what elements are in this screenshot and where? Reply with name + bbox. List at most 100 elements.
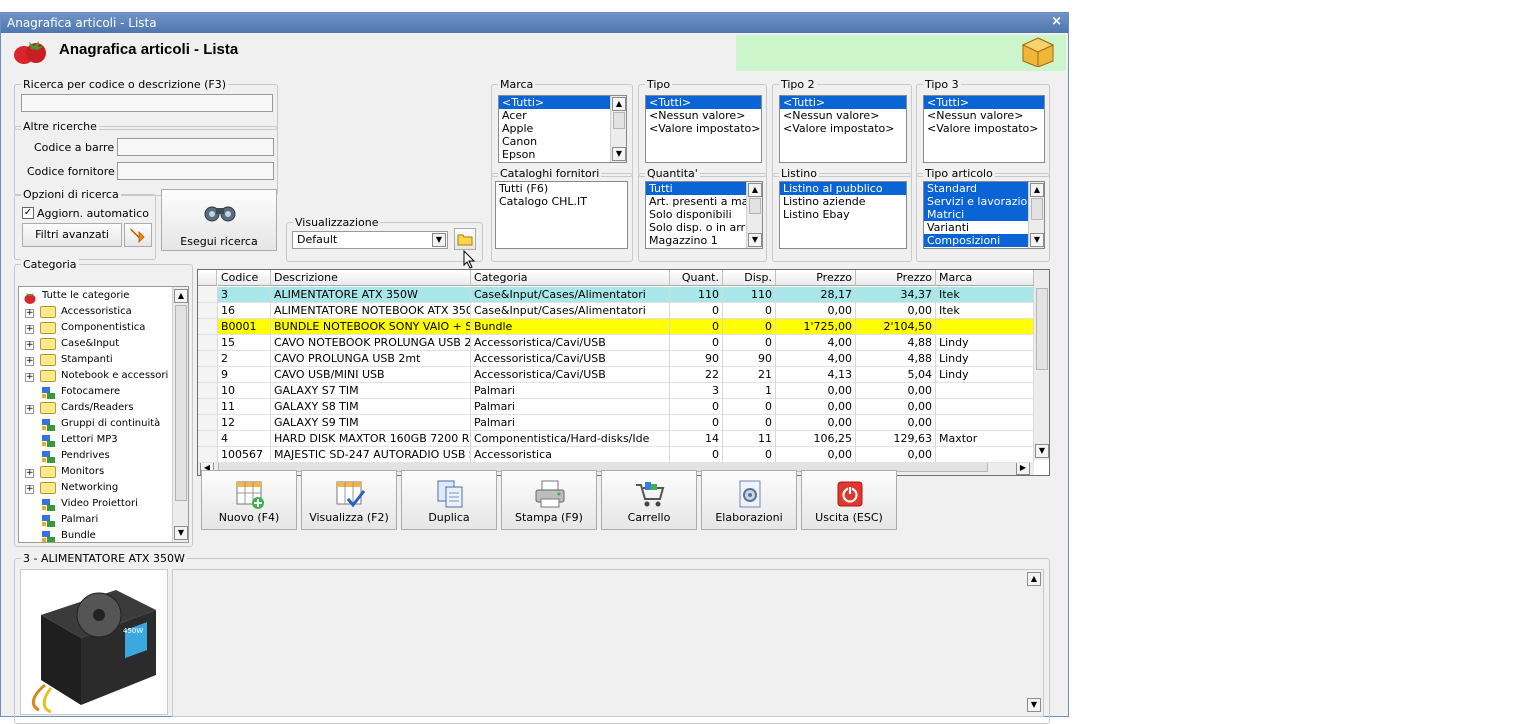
list-item[interactable]: <Valore impostato> (924, 122, 1044, 135)
column-header[interactable]: Prezzo (856, 270, 936, 286)
column-header[interactable]: Marca (936, 270, 1034, 286)
scroll-up-icon[interactable]: ▲ (1030, 183, 1044, 197)
open-view-button[interactable] (454, 228, 476, 250)
scroll-down-icon[interactable]: ▼ (174, 526, 188, 540)
close-icon[interactable]: × (1051, 14, 1062, 29)
row-indicator[interactable] (198, 303, 218, 319)
view-select[interactable]: Default ▼ (292, 231, 448, 249)
list-item[interactable]: Magazzino 1 (646, 234, 746, 247)
filter-arrow-button[interactable] (124, 223, 152, 247)
scroll-down-icon[interactable]: ▼ (1030, 233, 1044, 247)
tree-item[interactable]: + Stampanti (19, 353, 169, 369)
duplicate-button[interactable]: Duplica (401, 470, 497, 530)
table-row[interactable]: 11 GALAXY S8 TIM Palmari 0 0 0,00 0,00 (198, 399, 1034, 415)
tree-item[interactable]: + Componentistica (19, 321, 169, 337)
scroll-up-icon[interactable]: ▲ (174, 289, 188, 303)
search-input[interactable] (21, 94, 273, 112)
table-row[interactable]: 16 ALIMENTATORE NOTEBOOK ATX 350W Case&Inp… (198, 303, 1034, 319)
list-item[interactable]: Solo disponibili (646, 208, 746, 221)
row-indicator[interactable] (198, 319, 218, 335)
column-header[interactable]: Descrizione (271, 270, 471, 286)
tree-item[interactable]: Fotocamere (19, 385, 169, 401)
row-indicator[interactable] (198, 367, 218, 383)
row-indicator[interactable] (198, 351, 218, 367)
list-item[interactable]: Apple (499, 122, 626, 135)
view-button[interactable]: Visualizza (F2) (301, 470, 397, 530)
list-item[interactable]: Tutti (646, 182, 746, 195)
expand-icon[interactable]: + (25, 373, 34, 382)
list-item[interactable]: <Nessun valore> (924, 109, 1044, 122)
tipo-articolo-list[interactable]: Standard Servizi e lavorazioni Matrici V… (923, 181, 1045, 249)
scroll-up-icon[interactable]: ▲ (612, 97, 626, 111)
row-indicator[interactable] (198, 383, 218, 399)
quantita-list[interactable]: Tutti Art. presenti a magazzino Solo dis… (645, 181, 763, 249)
scroll-thumb[interactable] (749, 198, 761, 214)
list-item[interactable]: <Nessun valore> (780, 109, 906, 122)
expand-icon[interactable]: + (25, 485, 34, 494)
expand-icon[interactable]: + (25, 357, 34, 366)
list-item[interactable]: Standard (924, 182, 1028, 195)
tree-item[interactable]: + Notebook e accessori (19, 369, 169, 385)
table-row[interactable]: 3 ALIMENTATORE ATX 350W Case&Input/Cases/A… (198, 287, 1034, 303)
scroll-thumb[interactable] (1031, 198, 1043, 220)
table-row[interactable]: B0001 BUNDLE NOTEBOOK SONY VAIO + ST... Bu… (198, 319, 1034, 335)
grid-vscroll[interactable]: ▼ (1033, 270, 1049, 460)
scroll-down-icon[interactable]: ▼ (1035, 444, 1049, 458)
list-item[interactable]: Listino Ebay (780, 208, 906, 221)
tipo-list[interactable]: <Tutti> <Nessun valore> <Valore impostat… (645, 95, 762, 163)
tree-item[interactable]: Tutte le categorie (19, 289, 169, 305)
barcode-input[interactable] (117, 138, 274, 156)
tree-item[interactable]: + Cards/Readers (19, 401, 169, 417)
list-item[interactable]: <Tutti> (646, 96, 761, 109)
list-item[interactable]: Solo disp. o in arrivo (646, 221, 746, 234)
tree-item[interactable]: + Accessoristica (19, 305, 169, 321)
column-header[interactable]: Codice (218, 270, 271, 286)
row-indicator[interactable] (198, 287, 218, 303)
list-item[interactable]: Varianti (924, 221, 1028, 234)
listino-list[interactable]: Listino al pubblico Listino aziende List… (779, 181, 907, 249)
table-row[interactable]: 12 GALAXY S9 TIM Palmari 0 0 0,00 0,00 (198, 415, 1034, 431)
list-item[interactable]: <Tutti> (780, 96, 906, 109)
table-row[interactable]: 10 GALAXY S7 TIM Palmari 3 1 0,00 0,00 (198, 383, 1034, 399)
expand-icon[interactable]: + (25, 405, 34, 414)
table-row[interactable]: 4 HARD DISK MAXTOR 160GB 7200 RP... Compon… (198, 431, 1034, 447)
tree-item[interactable]: Pendrives (19, 449, 169, 465)
list-item[interactable]: Epson (499, 148, 626, 161)
marca-list[interactable]: <Tutti> Acer Apple Canon Epson ▲ ▼ (498, 95, 627, 163)
run-search-button[interactable]: Esegui ricerca (161, 189, 277, 251)
list-item[interactable]: <Tutti> (924, 96, 1044, 109)
list-item[interactable]: Servizi e lavorazioni (924, 195, 1028, 208)
tree-item[interactable]: Gruppi di continuità (19, 417, 169, 433)
column-header[interactable]: Disp. (723, 270, 776, 286)
column-header[interactable]: Prezzo (776, 270, 856, 286)
list-item[interactable]: <Tutti> (499, 96, 610, 109)
print-button[interactable]: Stampa (F9) (501, 470, 597, 530)
marca-scrollbar[interactable]: ▲ ▼ (610, 96, 626, 162)
scroll-right-icon[interactable]: ▶ (1016, 461, 1030, 475)
row-indicator[interactable] (198, 335, 218, 351)
tree-item[interactable]: + Case&Input (19, 337, 169, 353)
tipo-articolo-scrollbar[interactable]: ▲ ▼ (1028, 182, 1044, 248)
chevron-down-icon[interactable]: ▼ (432, 233, 446, 247)
tree-item[interactable]: Video Proiettori (19, 497, 169, 513)
cart-button[interactable]: Carrello (601, 470, 697, 530)
tipo2-list[interactable]: <Tutti> <Nessun valore> <Valore impostat… (779, 95, 907, 163)
list-item[interactable]: <Valore impostato> (646, 122, 761, 135)
expand-icon[interactable]: + (25, 309, 34, 318)
column-header[interactable]: Quant. (670, 270, 723, 286)
tree-scrollbar[interactable]: ▲ ▼ (172, 287, 188, 542)
exit-button[interactable]: Uscita (ESC) (801, 470, 897, 530)
scroll-down-icon[interactable]: ▼ (748, 233, 762, 247)
scroll-up-icon[interactable]: ▲ (748, 183, 762, 197)
expand-icon[interactable]: + (25, 341, 34, 350)
supplier-code-input[interactable] (117, 162, 274, 180)
list-item[interactable]: Tutti (F6) (496, 182, 627, 195)
list-item[interactable]: <Nessun valore> (646, 109, 761, 122)
list-item[interactable]: <Valore impostato> (780, 122, 906, 135)
notes-area[interactable]: ▲ ▼ (172, 569, 1044, 717)
list-item[interactable]: Composizioni (924, 234, 1028, 247)
expand-icon[interactable]: + (25, 325, 34, 334)
table-row[interactable]: 100567 MAJESTIC SD-247 AUTORADIO USB S...… (198, 447, 1034, 463)
new-button[interactable]: Nuovo (F4) (201, 470, 297, 530)
processing-button[interactable]: Elaborazioni (701, 470, 797, 530)
